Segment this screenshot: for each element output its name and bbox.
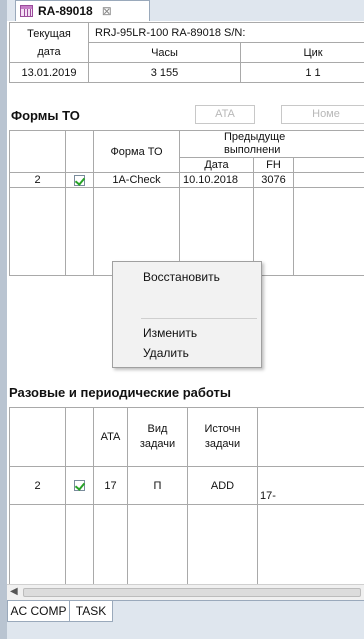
empty-cell [187, 504, 258, 585]
ata-header: ATA [93, 407, 128, 467]
empty-cell [93, 504, 128, 585]
row-extra [292, 172, 364, 188]
forms-table: Форма ТО Предыдуще выполнени Дата FH 2 1… [9, 130, 364, 276]
row-checkbox[interactable] [65, 172, 94, 188]
previous-header: Предыдуще выполнени [178, 130, 364, 158]
date-header: Дата [179, 157, 254, 173]
number-filter-input[interactable]: Номе [281, 105, 364, 124]
hours-header: Часы [88, 42, 241, 63]
cycles-value: 1 1 [240, 62, 364, 83]
menu-separator [141, 318, 257, 319]
row-source: ADD [187, 466, 258, 505]
current-date-value: 13.01.2019 [9, 62, 89, 83]
empty-row [9, 504, 364, 585]
extra-header [257, 407, 364, 467]
empty-cell [9, 187, 66, 276]
close-icon[interactable]: ⊠ [102, 4, 112, 18]
empty-cell [65, 504, 94, 585]
source-header-line2: задачи [204, 438, 241, 450]
empty-cell [257, 504, 364, 585]
tab-task[interactable]: TASK [69, 601, 113, 622]
aircraft-info-table: Текущая дата RRJ-95LR-100 RA-89018 S/N: … [9, 22, 364, 83]
row-checkbox[interactable] [65, 466, 94, 505]
horizontal-scrollbar[interactable]: ◀ [7, 584, 364, 600]
empty-cell [127, 504, 188, 585]
previous-header-line2: выполнени [224, 144, 281, 156]
table-row[interactable]: 2 1A-Check 10.10.2018 3076 [9, 172, 364, 188]
empty-cell [65, 187, 94, 276]
row-fh: 3076 [253, 172, 294, 188]
table-row[interactable]: 2 17 П ADD 17- [9, 466, 364, 505]
menu-item-restore[interactable]: Восстановить [143, 270, 220, 284]
previous-header-line1: Предыдуще [224, 131, 286, 144]
source-header-line1: Источн [204, 423, 241, 435]
scrollbar-thumb[interactable] [23, 588, 361, 597]
current-date-header-line1: Текущая [27, 27, 71, 40]
ata-filter-input[interactable]: ATA [195, 105, 255, 124]
left-edge-bar [0, 0, 7, 639]
row-task-type: П [127, 466, 188, 505]
tab-ac-comp[interactable]: AC COMP [7, 601, 70, 622]
fh-header: FH [253, 157, 294, 173]
row-ata: 17 [93, 466, 128, 505]
task-type-header-line1: Вид [147, 423, 168, 435]
check-header [65, 130, 94, 173]
cycles-header: Цик [240, 42, 364, 63]
bottom-tab-bar: AC COMP TASK [7, 600, 364, 622]
tab-title: RA-89018 [38, 4, 93, 18]
menu-item-edit[interactable]: Изменить [143, 326, 197, 340]
empty-cell [9, 504, 66, 585]
task-type-header: Вид задачи [127, 407, 188, 467]
row-number: 2 [9, 466, 66, 505]
periodic-table: ATA Вид задачи Источн задачи 2 17 П ADD … [9, 407, 364, 585]
context-menu: Восстановить Изменить Удалить [112, 261, 262, 368]
menu-item-delete[interactable]: Удалить [143, 346, 189, 360]
row-form: 1A-Check [93, 172, 180, 188]
aircraft-header: RRJ-95LR-100 RA-89018 S/N: [88, 22, 364, 43]
forms-title: Формы ТО [11, 108, 80, 123]
main-content: Текущая дата RRJ-95LR-100 RA-89018 S/N: … [7, 21, 364, 622]
empty-cell [292, 187, 364, 276]
num-header [9, 130, 66, 173]
row-date: 10.10.2018 [179, 172, 254, 188]
table-icon [20, 5, 33, 17]
num-header [9, 407, 66, 467]
periodic-title: Разовые и периодические работы [9, 385, 231, 400]
status-bar [7, 622, 364, 639]
editor-tab-bar: RA-89018 ⊠ [7, 0, 364, 22]
source-header: Источн задачи [187, 407, 258, 467]
check-header [65, 407, 94, 467]
row-reference: 17- [257, 466, 364, 505]
extra-header [292, 157, 364, 173]
checkbox-checked-icon[interactable] [74, 174, 85, 186]
scroll-left-icon[interactable]: ◀ [10, 586, 18, 597]
current-date-header: Текущая дата [9, 22, 89, 63]
checkbox-checked-icon[interactable] [74, 480, 85, 492]
current-date-header-line2: дата [37, 45, 61, 58]
task-type-header-line2: задачи [139, 438, 176, 450]
aircraft-tab[interactable]: RA-89018 ⊠ [15, 0, 150, 21]
row-number: 2 [9, 172, 66, 188]
form-header: Форма ТО [93, 130, 180, 173]
hours-value: 3 155 [88, 62, 241, 83]
